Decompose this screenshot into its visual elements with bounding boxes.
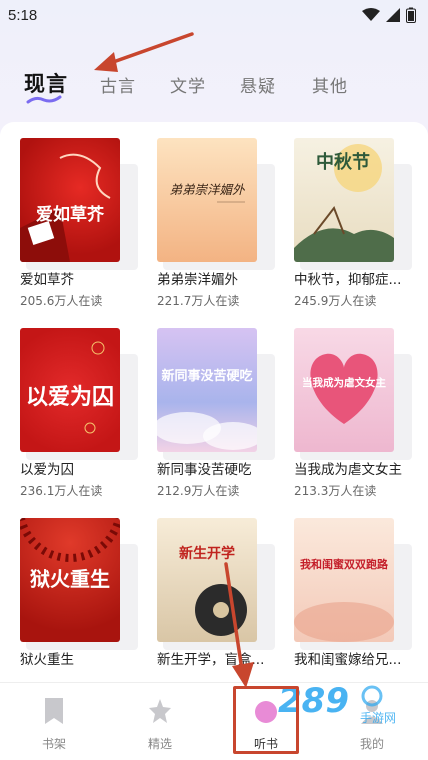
book-cover[interactable]: 爱如草芥 <box>20 138 120 262</box>
cover-title: 爱如草芥 <box>36 204 105 225</box>
cover-title: 新同事没苦硬吃 <box>161 368 252 384</box>
cover-title: 狱火重生 <box>30 567 110 591</box>
tab-indicator <box>26 95 62 104</box>
nav-label: 精选 <box>147 737 172 751</box>
star-icon <box>149 699 171 723</box>
watermark-suffix: 手游网 <box>360 711 396 725</box>
book-title[interactable]: 我和闺蜜嫁给兄... <box>294 648 412 668</box>
book-reads: 205.6万人在读 <box>20 294 103 308</box>
status-icons <box>362 7 416 23</box>
book-title[interactable]: 新同事没苦硬吃 <box>157 458 275 478</box>
book-title[interactable]: 弟弟崇洋媚外 <box>157 268 275 288</box>
book-cover[interactable]: 狱火重生 <box>20 518 120 642</box>
book-reads: 236.1万人在读 <box>20 484 103 498</box>
book-card[interactable]: 弟弟崇洋媚外 弟弟崇洋媚外 221.7万人在读 <box>157 138 275 309</box>
nav-item-shelf[interactable]: 书架 <box>4 683 104 760</box>
book-card[interactable]: 爱如草芥 爱如草芥 205.6万人在读 <box>20 138 138 309</box>
book-reads: 221.7万人在读 <box>157 294 240 308</box>
book-card[interactable]: 新同事没苦硬吃 新同事没苦硬吃 212.9万人在读 <box>157 328 275 499</box>
book-title[interactable]: 中秋节，抑郁症... <box>294 268 412 288</box>
tab-guyan[interactable]: 古言 <box>100 72 136 97</box>
tab-xuanyi[interactable]: 悬疑 <box>240 72 276 97</box>
nav-label: 书架 <box>41 737 66 751</box>
book-card[interactable]: 以爱为囚 以爱为囚 236.1万人在读 <box>20 328 138 499</box>
tab-qita[interactable]: 其他 <box>312 72 348 97</box>
book-cover[interactable]: 我和闺蜜双双跑路 <box>294 518 394 642</box>
status-bar: 5:18 <box>0 0 428 30</box>
book-cover[interactable]: 以爱为囚 <box>20 328 120 452</box>
book-cover[interactable]: 当我成为虐文女主 <box>294 328 394 452</box>
tab-wenxue[interactable]: 文学 <box>170 72 206 97</box>
battery-icon <box>406 7 416 23</box>
nav-label: 我的 <box>359 737 384 751</box>
book-title[interactable]: 爱如草芥 <box>20 268 138 288</box>
book-reads: 212.9万人在读 <box>157 484 240 498</box>
book-title[interactable]: 狱火重生 <box>20 648 138 668</box>
annotation-highlight-box <box>233 686 299 754</box>
book-card[interactable]: 狱火重生 狱火重生 <box>20 518 138 672</box>
book-reads: 245.9万人在读 <box>294 294 377 308</box>
bookmark-icon <box>45 698 63 724</box>
book-card[interactable]: 我和闺蜜双双跑路 我和闺蜜嫁给兄... <box>294 518 412 672</box>
book-grid-panel: 爱如草芥 爱如草芥 205.6万人在读 弟弟崇洋媚外 弟弟崇洋媚外 221.7万… <box>0 122 428 682</box>
book-title[interactable]: 当我成为虐文女主 <box>294 458 412 478</box>
book-title[interactable]: 以爱为囚 <box>20 458 138 478</box>
status-time: 5:18 <box>8 6 38 24</box>
cover-title: 以爱为囚 <box>26 384 114 410</box>
book-cover[interactable]: 新同事没苦硬吃 <box>157 328 257 452</box>
cover-title: 我和闺蜜双双跑路 <box>300 557 389 571</box>
category-tabs: 现言 古言 文学 悬疑 其他 <box>0 62 428 106</box>
cover-title: 弟弟崇洋媚外 <box>169 182 246 197</box>
book-card[interactable]: 当我成为虐文女主 当我成为虐文女主 213.3万人在读 <box>294 328 412 499</box>
book-reads: 213.3万人在读 <box>294 484 377 498</box>
cover-title: 中秋节 <box>316 151 370 173</box>
wifi-icon <box>362 8 380 21</box>
book-card[interactable]: 中秋节 中秋节，抑郁症... 245.9万人在读 <box>294 138 412 309</box>
signal-icon <box>386 8 400 22</box>
annotation-arrow-bottom <box>224 562 254 688</box>
book-cover[interactable]: 弟弟崇洋媚外 <box>157 138 257 262</box>
nav-item-featured[interactable]: 精选 <box>110 683 210 760</box>
cover-title: 当我成为虐文女主 <box>302 376 386 389</box>
book-cover[interactable]: 中秋节 <box>294 138 394 262</box>
